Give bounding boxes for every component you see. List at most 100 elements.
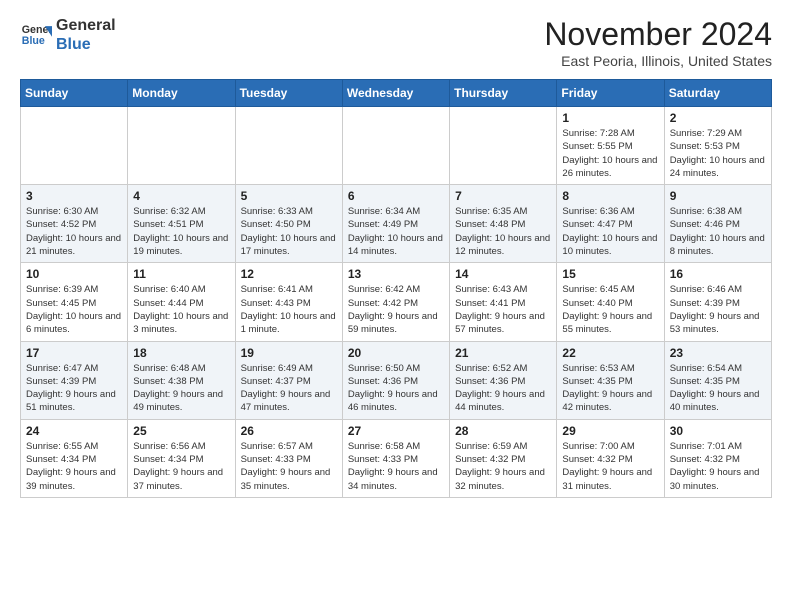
page-subtitle: East Peoria, Illinois, United States [544,53,772,69]
day-info: Sunrise: 6:50 AM Sunset: 4:36 PM Dayligh… [348,362,444,415]
day-info: Sunrise: 7:01 AM Sunset: 4:32 PM Dayligh… [670,440,766,493]
header-wednesday: Wednesday [342,80,449,107]
day-number: 3 [26,189,122,203]
day-info: Sunrise: 6:47 AM Sunset: 4:39 PM Dayligh… [26,362,122,415]
day-info: Sunrise: 6:52 AM Sunset: 4:36 PM Dayligh… [455,362,551,415]
day-number: 9 [670,189,766,203]
calendar-cell: 23 Sunrise: 6:54 AM Sunset: 4:35 PM Dayli… [664,341,771,419]
calendar-cell: 5 Sunrise: 6:33 AM Sunset: 4:50 PM Daylig… [235,185,342,263]
logo: General Blue General Blue [20,16,116,54]
day-info: Sunrise: 6:32 AM Sunset: 4:51 PM Dayligh… [133,205,229,258]
day-number: 21 [455,346,551,360]
day-number: 14 [455,267,551,281]
day-number: 24 [26,424,122,438]
logo-icon: General Blue [20,19,52,51]
calendar-cell: 3 Sunrise: 6:30 AM Sunset: 4:52 PM Daylig… [21,185,128,263]
calendar-cell: 30 Sunrise: 7:01 AM Sunset: 4:32 PM Dayli… [664,419,771,497]
calendar-cell: 2 Sunrise: 7:29 AM Sunset: 5:53 PM Daylig… [664,107,771,185]
day-number: 30 [670,424,766,438]
day-info: Sunrise: 6:57 AM Sunset: 4:33 PM Dayligh… [241,440,337,493]
day-number: 4 [133,189,229,203]
calendar-cell: 21 Sunrise: 6:52 AM Sunset: 4:36 PM Dayli… [450,341,557,419]
day-number: 12 [241,267,337,281]
header-tuesday: Tuesday [235,80,342,107]
week-row-4: 17 Sunrise: 6:47 AM Sunset: 4:39 PM Dayli… [21,341,772,419]
header-monday: Monday [128,80,235,107]
day-number: 2 [670,111,766,125]
day-number: 8 [562,189,658,203]
week-row-1: 1 Sunrise: 7:28 AM Sunset: 5:55 PM Daylig… [21,107,772,185]
calendar-cell [450,107,557,185]
calendar-header-row: SundayMondayTuesdayWednesdayThursdayFrid… [21,80,772,107]
day-number: 10 [26,267,122,281]
header-thursday: Thursday [450,80,557,107]
page: General Blue General Blue November 2024 … [0,0,792,514]
calendar-cell [21,107,128,185]
header: General Blue General Blue November 2024 … [20,16,772,69]
calendar-cell: 18 Sunrise: 6:48 AM Sunset: 4:38 PM Dayli… [128,341,235,419]
calendar-cell: 29 Sunrise: 7:00 AM Sunset: 4:32 PM Dayli… [557,419,664,497]
day-info: Sunrise: 6:59 AM Sunset: 4:32 PM Dayligh… [455,440,551,493]
day-info: Sunrise: 7:00 AM Sunset: 4:32 PM Dayligh… [562,440,658,493]
day-info: Sunrise: 6:54 AM Sunset: 4:35 PM Dayligh… [670,362,766,415]
day-info: Sunrise: 6:48 AM Sunset: 4:38 PM Dayligh… [133,362,229,415]
day-number: 27 [348,424,444,438]
day-number: 22 [562,346,658,360]
day-number: 25 [133,424,229,438]
calendar-cell: 14Sunrise: 6:43 AM Sunset: 4:41 PM Dayli… [450,263,557,341]
day-info: Sunrise: 6:35 AM Sunset: 4:48 PM Dayligh… [455,205,551,258]
day-info: Sunrise: 6:55 AM Sunset: 4:34 PM Dayligh… [26,440,122,493]
day-info: Sunrise: 6:42 AM Sunset: 4:42 PM Dayligh… [348,283,444,336]
day-info: Sunrise: 6:53 AM Sunset: 4:35 PM Dayligh… [562,362,658,415]
calendar-cell: 4 Sunrise: 6:32 AM Sunset: 4:51 PM Daylig… [128,185,235,263]
calendar-cell: 20 Sunrise: 6:50 AM Sunset: 4:36 PM Dayli… [342,341,449,419]
day-number: 15 [562,267,658,281]
day-number: 23 [670,346,766,360]
calendar-cell: 22 Sunrise: 6:53 AM Sunset: 4:35 PM Dayli… [557,341,664,419]
calendar-cell: 25 Sunrise: 6:56 AM Sunset: 4:34 PM Dayli… [128,419,235,497]
day-info: Sunrise: 7:28 AM Sunset: 5:55 PM Dayligh… [562,127,658,180]
day-info: Sunrise: 6:41 AM Sunset: 4:43 PM Dayligh… [241,283,337,336]
day-info: Sunrise: 6:30 AM Sunset: 4:52 PM Dayligh… [26,205,122,258]
page-title: November 2024 [544,16,772,53]
logo-general-text: General [56,16,116,35]
calendar-cell [235,107,342,185]
header-sunday: Sunday [21,80,128,107]
calendar-cell: 7 Sunrise: 6:35 AM Sunset: 4:48 PM Daylig… [450,185,557,263]
calendar-cell: 10Sunrise: 6:39 AM Sunset: 4:45 PM Dayli… [21,263,128,341]
day-info: Sunrise: 6:46 AM Sunset: 4:39 PM Dayligh… [670,283,766,336]
day-number: 20 [348,346,444,360]
calendar-cell: 8 Sunrise: 6:36 AM Sunset: 4:47 PM Daylig… [557,185,664,263]
logo-blue-text: Blue [56,35,116,54]
calendar-cell: 13Sunrise: 6:42 AM Sunset: 4:42 PM Dayli… [342,263,449,341]
day-number: 7 [455,189,551,203]
day-info: Sunrise: 6:36 AM Sunset: 4:47 PM Dayligh… [562,205,658,258]
calendar-cell: 1 Sunrise: 7:28 AM Sunset: 5:55 PM Daylig… [557,107,664,185]
day-info: Sunrise: 7:29 AM Sunset: 5:53 PM Dayligh… [670,127,766,180]
day-number: 17 [26,346,122,360]
week-row-3: 10Sunrise: 6:39 AM Sunset: 4:45 PM Dayli… [21,263,772,341]
day-number: 1 [562,111,658,125]
calendar-table: SundayMondayTuesdayWednesdayThursdayFrid… [20,79,772,498]
day-number: 6 [348,189,444,203]
day-info: Sunrise: 6:33 AM Sunset: 4:50 PM Dayligh… [241,205,337,258]
day-info: Sunrise: 6:56 AM Sunset: 4:34 PM Dayligh… [133,440,229,493]
day-number: 29 [562,424,658,438]
day-info: Sunrise: 6:58 AM Sunset: 4:33 PM Dayligh… [348,440,444,493]
day-number: 19 [241,346,337,360]
calendar-cell: 15 Sunrise: 6:45 AM Sunset: 4:40 PM Dayli… [557,263,664,341]
calendar-cell: 17 Sunrise: 6:47 AM Sunset: 4:39 PM Dayli… [21,341,128,419]
day-number: 5 [241,189,337,203]
calendar-cell: 24 Sunrise: 6:55 AM Sunset: 4:34 PM Dayli… [21,419,128,497]
calendar-cell: 9 Sunrise: 6:38 AM Sunset: 4:46 PM Daylig… [664,185,771,263]
week-row-5: 24 Sunrise: 6:55 AM Sunset: 4:34 PM Dayli… [21,419,772,497]
day-info: Sunrise: 6:38 AM Sunset: 4:46 PM Dayligh… [670,205,766,258]
svg-text:Blue: Blue [22,35,45,47]
calendar-cell: 12 Sunrise: 6:41 AM Sunset: 4:43 PM Dayli… [235,263,342,341]
calendar-cell: 19Sunrise: 6:49 AM Sunset: 4:37 PM Dayli… [235,341,342,419]
day-info: Sunrise: 6:40 AM Sunset: 4:44 PM Dayligh… [133,283,229,336]
header-friday: Friday [557,80,664,107]
day-number: 28 [455,424,551,438]
day-info: Sunrise: 6:45 AM Sunset: 4:40 PM Dayligh… [562,283,658,336]
day-number: 18 [133,346,229,360]
